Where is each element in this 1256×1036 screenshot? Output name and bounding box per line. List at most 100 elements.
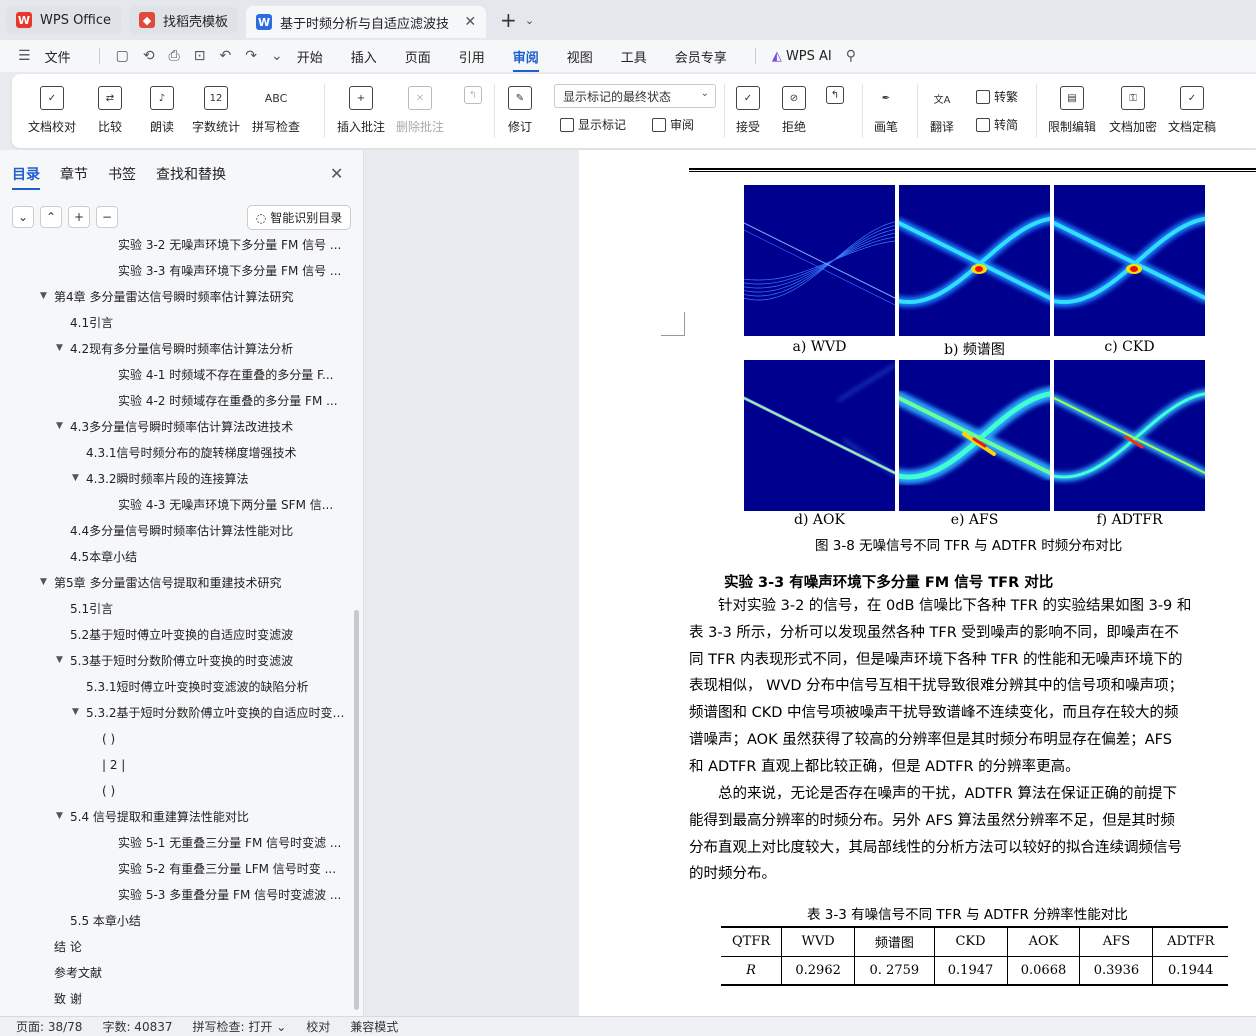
toc-item[interactable]: | 2 | [102,754,346,776]
prev-change-button[interactable]: ↰ [826,86,844,112]
menu-item[interactable]: 视图 [567,47,593,66]
toc-item[interactable]: 实验 3-2 无噪声环境下多分量 FM 信号 ... [118,238,346,256]
delete-comment-button[interactable]: ✕ 删除批注 [396,86,444,135]
toc-item[interactable]: 4.3多分量信号瞬时频率估计算法改进技术 [70,416,346,438]
toc-item[interactable]: 5.3.1短时傅立叶变换时变滤波的缺陷分析 [86,676,346,698]
toc-item[interactable]: 实验 5-3 多重叠分量 FM 信号时变滤波 ... [118,884,346,906]
caret-down-icon[interactable]: ▼ [56,811,63,821]
toc-item[interactable]: 参考文献 [54,962,346,984]
toc-item[interactable]: 5.2基于短时傅立叶变换的自适应时变滤波 [70,624,346,646]
caret-down-icon[interactable]: ▼ [72,707,79,717]
print-icon[interactable]: ⎙ [169,48,180,64]
toc-item[interactable]: 4.3.1信号时频分布的旋转梯度增强技术 [86,442,346,464]
word-count-button[interactable]: 12 字数统计 [192,86,240,135]
collapse-icon[interactable]: ⌄ [12,206,34,228]
wps-ai-button[interactable]: ◭ WPS AI [772,49,832,64]
menu-item[interactable]: 开始 [297,47,323,66]
toc-item[interactable]: 4.1引言 [70,312,346,334]
chevron-down-icon[interactable]: ⌄ [271,48,283,64]
proof-status[interactable]: 校对 [306,1018,330,1035]
brush-button[interactable]: ✒ 画笔 [874,86,898,135]
caret-down-icon[interactable]: ▼ [40,291,47,301]
insert-comment-button[interactable]: + 插入批注 [337,86,385,135]
menu-item[interactable]: 引用 [459,47,485,66]
caret-down-icon[interactable]: ▼ [56,421,63,431]
toc-item[interactable]: 5.5 本章小结 [70,910,346,932]
toc-item[interactable]: 致 谢 [54,988,346,1010]
toc-item[interactable]: 4.2现有多分量信号瞬时频率估计算法分析 [70,338,346,360]
menu-item[interactable]: 工具 [621,47,647,66]
expand-up-icon[interactable]: ⌃ [40,206,62,228]
add-icon[interactable]: + [68,206,90,228]
restrict-edit-button[interactable]: ▤ 限制编辑 [1048,86,1096,135]
tab-wps-office[interactable]: W WPS Office [6,6,122,34]
accept-button[interactable]: ✓ 接受 [736,86,760,135]
spell-check-status[interactable]: 拼写检查: 打开 ⌄ [193,1018,287,1035]
toc-item[interactable]: 第5章 多分量雷达信号提取和重建技术研究 [54,572,346,594]
spell-check-button[interactable]: ABC 拼写检查 [252,86,300,135]
hamburger-icon[interactable]: ☰ [18,48,31,64]
review-pane-button[interactable]: 审阅 [652,116,694,133]
menu-item-review[interactable]: 审阅 [512,47,539,72]
new-tab-icon[interactable]: + [500,8,517,32]
toc-item[interactable]: 实验 4-3 无噪声环境下两分量 SFM 信... [118,494,346,516]
save-icon[interactable]: ▢ [116,48,129,64]
chevron-down-icon[interactable]: ⌄ [525,14,534,27]
to-simplified-button[interactable]: 转简 [976,116,1018,133]
word-count[interactable]: 字数: 40837 [102,1018,172,1035]
finalize-button[interactable]: ✓ 文档定稿 [1168,86,1216,135]
toc-item[interactable]: 实验 4-2 时频域存在重叠的多分量 FM ... [118,390,346,412]
toc-item[interactable]: 5.1引言 [70,598,346,620]
toc-item[interactable]: 第4章 多分量雷达信号瞬时频率估计算法研究 [54,286,346,308]
caret-down-icon[interactable]: ▼ [72,473,79,483]
caret-down-icon[interactable]: ▼ [56,343,63,353]
translate-button[interactable]: 文A 翻译 [930,86,954,135]
undo-icon[interactable]: ↶ [219,48,231,64]
toc-item[interactable]: 实验 4-1 时频域不存在重叠的多分量 F... [118,364,346,386]
share-icon[interactable]: ⟲ [143,48,155,64]
show-markup-button[interactable]: 显示标记 [560,116,626,133]
to-traditional-button[interactable]: 转繁 [976,88,1018,105]
toc-item[interactable]: 实验 5-2 有重叠三分量 LFM 信号时变 ... [118,858,346,880]
toc-item[interactable]: 5.3.2基于短时分数阶傅立叶变换的自适应时变 ... [86,702,346,724]
caret-down-icon[interactable]: ▼ [56,655,63,665]
menu-item[interactable]: 页面 [405,47,431,66]
menu-file[interactable]: 文件 [45,47,71,66]
page-indicator[interactable]: 页面: 38/78 [16,1018,82,1035]
tab-bookmarks[interactable]: 书签 [108,164,136,184]
tab-docer[interactable]: ◆ 找稻壳模板 [129,6,239,34]
toc-item[interactable]: 4.3.2瞬时频率片段的连接算法 [86,468,346,490]
tab-chapters[interactable]: 章节 [60,164,88,184]
reject-button[interactable]: ⊘ 拒绝 [782,86,806,135]
toc-item[interactable]: 5.3基于短时分数阶傅立叶变换的时变滤波 [70,650,346,672]
smart-toc-button[interactable]: ◌ 智能识别目录 [247,205,351,230]
redo-icon[interactable]: ↷ [245,48,257,64]
toc-item[interactable]: 5.4 信号提取和重建算法性能对比 [70,806,346,828]
toc-item[interactable]: 实验 3-3 有噪声环境下多分量 FM 信号 ... [118,260,346,282]
menu-item[interactable]: 插入 [351,47,377,66]
close-icon[interactable]: ✕ [464,14,476,30]
search-icon[interactable]: ⚲ [846,48,856,64]
toc-item[interactable]: ( ) [102,780,346,802]
doc-check-button[interactable]: ✓ 文档校对 [28,86,76,135]
close-icon[interactable]: ✕ [330,164,343,183]
menu-item[interactable]: 会员专享 [675,47,727,66]
revise-button[interactable]: ✎ 修订 [508,86,532,135]
encrypt-button[interactable]: ⚿ 文档加密 [1109,86,1157,135]
remove-icon[interactable]: − [96,206,118,228]
toc-scrollbar[interactable] [354,610,359,1010]
toc-item[interactable]: ( ) [102,728,346,750]
prev-comment-button[interactable]: ↰ [464,86,482,112]
tab-find-replace[interactable]: 查找和替换 [156,164,226,184]
print-preview-icon[interactable]: ⊡ [194,48,206,64]
tab-toc[interactable]: 目录 [12,164,40,190]
toc-item[interactable]: 结 论 [54,936,346,958]
read-aloud-button[interactable]: ♪ 朗读 [150,86,174,135]
markup-state-select[interactable]: 显示标记的最终状态 ⌄ [554,84,716,108]
toc-item[interactable]: 4.5本章小结 [70,546,346,568]
tab-document[interactable]: W 基于时频分析与自适应滤波技 ✕ [246,6,487,38]
toc-item[interactable]: 实验 5-1 无重叠三分量 FM 信号时变滤 ... [118,832,346,854]
caret-down-icon[interactable]: ▼ [40,577,47,587]
compare-button[interactable]: ⇄ 比较 [98,86,122,135]
toc-item[interactable]: 4.4多分量信号瞬时频率估计算法性能对比 [70,520,346,542]
